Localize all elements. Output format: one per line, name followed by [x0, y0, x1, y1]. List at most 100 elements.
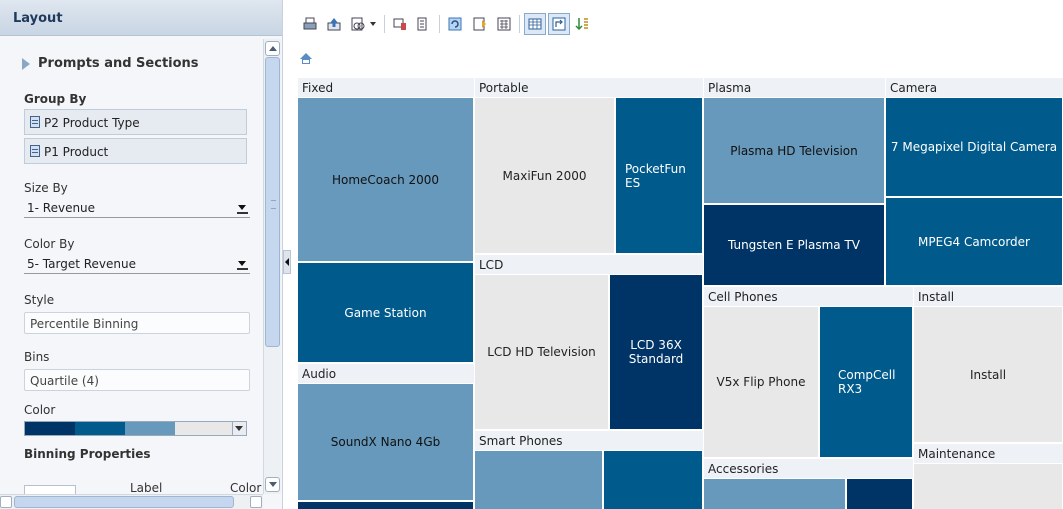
color-ramp-swatch: [125, 422, 175, 435]
prompts-and-sections-label: Prompts and Sections: [38, 56, 199, 71]
treemap-tile-compcell[interactable]: CompCell RX3: [819, 306, 913, 458]
group-header-portable[interactable]: Portable: [474, 77, 703, 97]
group-by-item-label: P2 Product Type: [44, 116, 140, 130]
calculator-icon[interactable]: [494, 14, 514, 34]
group-by-item-label: P1 Product: [44, 145, 109, 159]
treemap-tile-lcd-36x[interactable]: LCD 36X Standard: [609, 274, 703, 430]
scroll-thumb[interactable]: [265, 57, 280, 347]
tile-label: HomeCoach 2000: [331, 172, 440, 187]
tile-label: V5x Flip Phone: [716, 375, 806, 389]
color-ramp-swatch: [75, 422, 125, 435]
dropdown-arrow-icon[interactable]: [237, 201, 248, 214]
tile-label: Plasma HD Television: [730, 143, 858, 158]
layout-panel-header: Layout: [0, 0, 282, 36]
treemap-tile-maxifun[interactable]: MaxiFun 2000: [474, 97, 615, 254]
group-header-audio[interactable]: Audio: [297, 363, 474, 383]
treemap-tile-accessory-2[interactable]: [846, 478, 913, 509]
group-by-item-product-type[interactable]: P2 Product Type: [24, 109, 247, 135]
size-by-value: 1- Revenue: [27, 201, 96, 215]
layout-panel: Layout Prompts and Sections Group By P2 …: [0, 0, 283, 509]
color-ramp-picker[interactable]: [24, 421, 247, 436]
prompts-and-sections-toggle[interactable]: Prompts and Sections: [22, 56, 199, 71]
color-by-value: 5- Target Revenue: [27, 257, 136, 271]
prompt-icon[interactable]: [390, 14, 410, 34]
binning-column-label: Label: [130, 481, 163, 494]
bins-value: Quartile (4): [30, 374, 99, 388]
group-header-install[interactable]: Install: [913, 286, 1063, 306]
color-label: Color: [24, 403, 56, 417]
group-header-accessories[interactable]: Accessories: [703, 458, 913, 478]
column-icon: [30, 145, 40, 157]
treemap-tile-soundx[interactable]: SoundX Nano 4Gb: [297, 383, 474, 501]
panel-vertical-scrollbar[interactable]: [263, 39, 281, 494]
binning-row-box: [24, 485, 76, 494]
color-by-select[interactable]: 5- Target Revenue: [24, 255, 250, 274]
color-ramp-dropdown-icon[interactable]: [232, 422, 246, 435]
treemap-tile-accessory-1[interactable]: [703, 478, 846, 509]
dropdown-arrow-icon[interactable]: [237, 257, 248, 270]
tile-label: SoundX Nano 4Gb: [330, 435, 441, 449]
tile-label: CompCell RX3: [838, 368, 896, 396]
treemap-tile-smart-phone-2[interactable]: [603, 450, 703, 509]
bins-field[interactable]: Quartile (4): [24, 369, 250, 391]
tile-label: LCD 36X Standard: [628, 338, 684, 366]
tile-label: PocketFun ES: [625, 161, 686, 190]
scroll-down-icon[interactable]: [265, 477, 280, 492]
treemap-tile-tungsten[interactable]: Tungsten E Plasma TV: [703, 204, 885, 286]
treemap: Fixed HomeCoach 2000 Game Station Audio …: [297, 77, 1063, 509]
properties-icon[interactable]: [470, 14, 490, 34]
collapse-panel-handle[interactable]: [283, 250, 291, 274]
group-by-item-product[interactable]: P1 Product: [24, 138, 247, 164]
color-ramp-swatch: [25, 422, 75, 435]
treemap-tile-smart-phone-1[interactable]: [474, 450, 603, 509]
grip-icon: [271, 200, 276, 209]
scroll-thumb[interactable]: [14, 496, 234, 508]
expand-triangle-icon: [22, 58, 30, 70]
treemap-tile-mpeg4[interactable]: MPEG4 Camcorder: [885, 197, 1063, 286]
color-ramp-swatch: [175, 422, 233, 435]
treemap-tile-plasma-hd[interactable]: Plasma HD Television: [703, 97, 885, 204]
pivot-icon[interactable]: [548, 13, 570, 35]
group-header-smart-phones[interactable]: Smart Phones: [474, 430, 703, 450]
style-value: Percentile Binning: [30, 317, 139, 331]
treemap-tile-lcd-hd[interactable]: LCD HD Television: [474, 274, 609, 430]
treemap-tile-pocketfun[interactable]: PocketFun ES: [615, 97, 703, 254]
layout-panel-title: Layout: [13, 11, 63, 26]
color-by-label: Color By: [24, 237, 75, 251]
scroll-left-icon[interactable]: [0, 496, 12, 508]
treemap-tile-install[interactable]: Install: [913, 306, 1063, 443]
group-header-fixed[interactable]: Fixed: [297, 77, 474, 97]
group-by-label: Group By: [24, 92, 87, 106]
group-header-cell-phones[interactable]: Cell Phones: [703, 286, 913, 306]
panel-horizontal-scrollbar[interactable]: [0, 494, 263, 509]
scroll-right-icon[interactable]: [250, 496, 262, 508]
group-header-plasma[interactable]: Plasma: [703, 77, 885, 97]
treemap-tile-v5x[interactable]: V5x Flip Phone: [703, 306, 819, 458]
column-icon: [30, 116, 40, 128]
drill-up-icon[interactable]: [299, 53, 313, 67]
treemap-tile-homecoach[interactable]: HomeCoach 2000: [297, 97, 474, 262]
scroll-up-icon[interactable]: [265, 41, 280, 56]
tile-label: MaxiFun 2000: [502, 168, 587, 183]
table-view-icon[interactable]: [524, 13, 546, 35]
group-header-camera[interactable]: Camera: [885, 77, 1063, 97]
tile-label: MPEG4 Camcorder: [918, 234, 1030, 249]
export-icon[interactable]: [324, 14, 344, 34]
sort-icon[interactable]: [572, 14, 592, 34]
refresh-icon[interactable]: [445, 14, 465, 34]
style-field[interactable]: Percentile Binning: [24, 312, 250, 334]
edit-icon[interactable]: [413, 14, 433, 34]
view-options-icon[interactable]: [348, 14, 378, 34]
group-header-maintenance[interactable]: Maintenance: [913, 443, 1063, 463]
layout-panel-body: Prompts and Sections Group By P2 Product…: [0, 36, 262, 494]
treemap-tile-game-station[interactable]: Game Station: [297, 262, 474, 363]
print-icon[interactable]: [300, 14, 320, 34]
size-by-label: Size By: [24, 181, 68, 195]
treemap-tile-7mp-camera[interactable]: 7 Megapixel Digital Camera: [885, 97, 1063, 197]
bins-label: Bins: [24, 350, 50, 364]
treemap-tile-maintenance[interactable]: [913, 463, 1063, 509]
group-header-lcd[interactable]: LCD: [474, 254, 703, 274]
tile-label: Tungsten E Plasma TV: [727, 238, 861, 252]
size-by-select[interactable]: 1- Revenue: [24, 199, 250, 218]
treemap-tile-audio-other[interactable]: [297, 501, 474, 509]
